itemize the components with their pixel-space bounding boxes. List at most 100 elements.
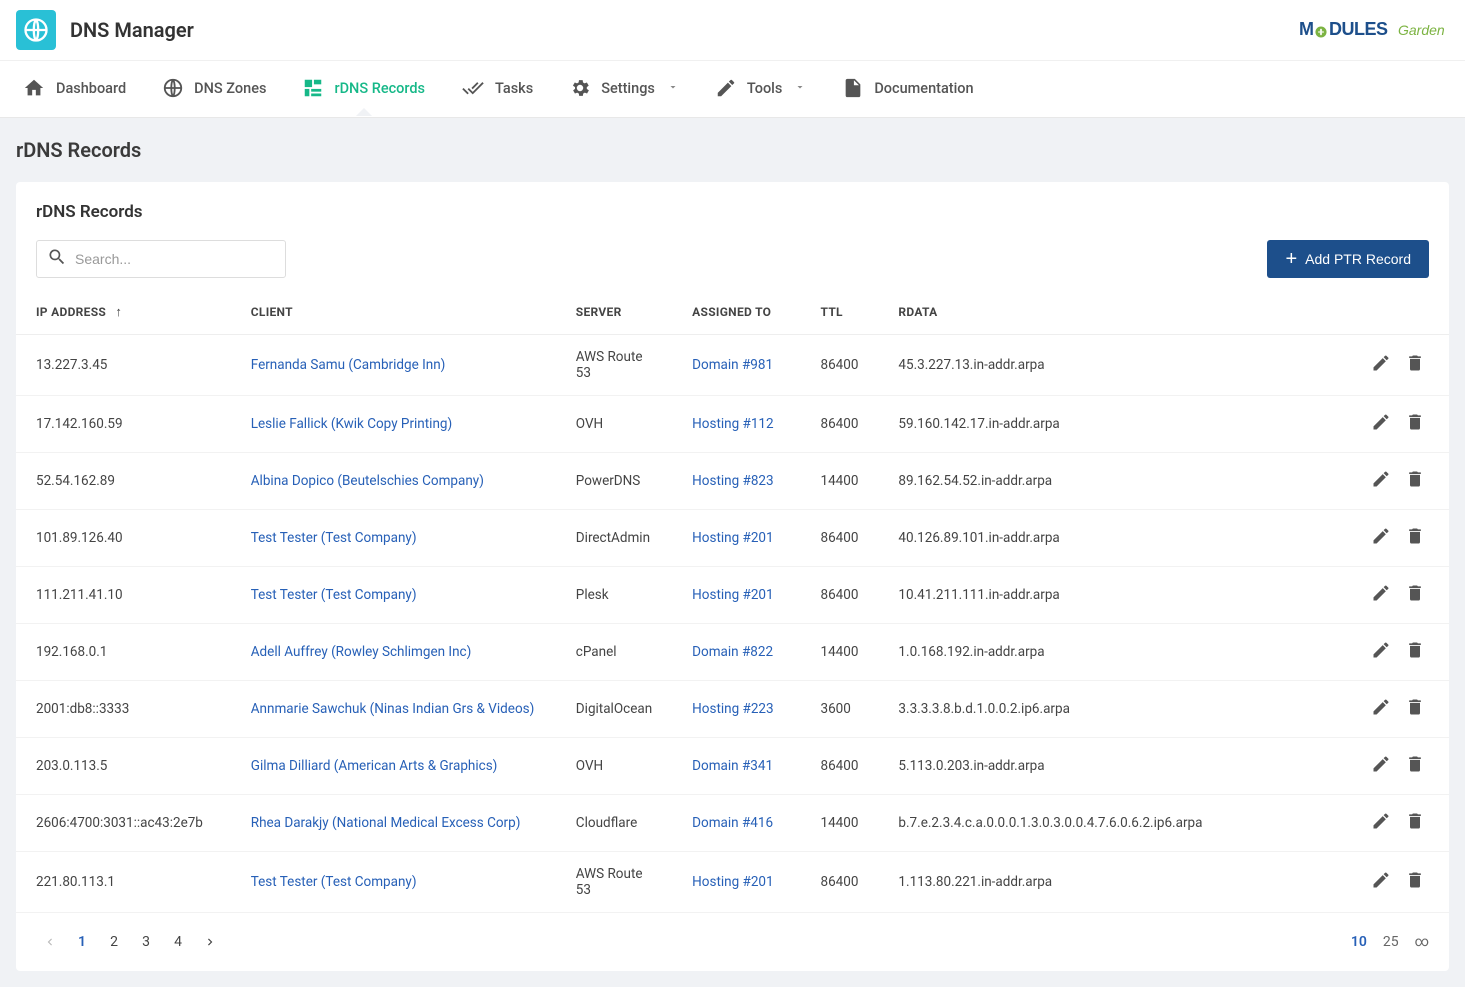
search-icon — [47, 247, 67, 271]
svg-text:DULES: DULES — [1329, 19, 1388, 39]
cell-server: cPanel — [556, 624, 672, 681]
col-header-assigned[interactable]: ASSIGNED TO — [672, 290, 800, 335]
per-page-option[interactable]: 25 — [1383, 934, 1399, 950]
cell-ip: 192.168.0.1 — [16, 624, 231, 681]
edit-button[interactable] — [1367, 868, 1395, 896]
delete-button[interactable] — [1401, 809, 1429, 837]
app-globe-icon — [16, 10, 56, 50]
nav-rdns-records[interactable]: rDNS Records — [296, 61, 431, 117]
nav-label: rDNS Records — [334, 80, 425, 97]
nav-label: Documentation — [874, 80, 973, 97]
trash-icon — [1405, 526, 1425, 550]
table-row: 13.227.3.45Fernanda Samu (Cambridge Inn)… — [16, 335, 1449, 396]
per-page-selector: 10 25 ∞ — [1351, 934, 1429, 950]
delete-button[interactable] — [1401, 695, 1429, 723]
cell-client: Test Tester (Test Company) — [231, 567, 556, 624]
client-link[interactable]: Fernanda Samu (Cambridge Inn) — [251, 357, 446, 373]
search-input[interactable] — [75, 251, 275, 267]
edit-button[interactable] — [1367, 524, 1395, 552]
client-link[interactable]: Albina Dopico (Beutelschies Company) — [251, 473, 484, 489]
chevron-down-icon — [667, 80, 679, 97]
col-header-rdata[interactable]: RDATA — [878, 290, 1306, 335]
edit-button[interactable] — [1367, 752, 1395, 780]
cell-rdata: 89.162.54.52.in-addr.arpa — [878, 453, 1306, 510]
cell-assigned: Domain #341 — [672, 738, 800, 795]
delete-button[interactable] — [1401, 752, 1429, 780]
assigned-link[interactable]: Hosting #201 — [692, 530, 773, 546]
client-link[interactable]: Rhea Darakjy (National Medical Excess Co… — [251, 815, 521, 831]
client-link[interactable]: Gilma Dilliard (American Arts & Graphics… — [251, 758, 498, 774]
app-title: DNS Manager — [70, 18, 194, 42]
assigned-link[interactable]: Hosting #112 — [692, 416, 773, 432]
nav-tasks[interactable]: Tasks — [455, 61, 539, 117]
trash-icon — [1405, 811, 1425, 835]
edit-button[interactable] — [1367, 351, 1395, 379]
assigned-link[interactable]: Hosting #201 — [692, 874, 773, 890]
cell-server: Plesk — [556, 567, 672, 624]
cell-assigned: Domain #822 — [672, 624, 800, 681]
cell-rdata: 10.41.211.111.in-addr.arpa — [878, 567, 1306, 624]
client-link[interactable]: Test Tester (Test Company) — [251, 587, 417, 603]
col-header-client[interactable]: CLIENT — [231, 290, 556, 335]
assigned-link[interactable]: Hosting #823 — [692, 473, 773, 489]
edit-button[interactable] — [1367, 695, 1395, 723]
cell-rdata: 45.3.227.13.in-addr.arpa — [878, 335, 1306, 396]
cell-rdata: 40.126.89.101.in-addr.arpa — [878, 510, 1306, 567]
cell-assigned: Hosting #201 — [672, 510, 800, 567]
cell-assigned: Hosting #223 — [672, 681, 800, 738]
cell-client: Test Tester (Test Company) — [231, 852, 556, 913]
nav-tools[interactable]: Tools — [709, 61, 812, 117]
assigned-link[interactable]: Hosting #223 — [692, 701, 773, 717]
cell-rdata: 3.3.3.3.8.b.d.1.0.0.2.ip6.arpa — [878, 681, 1306, 738]
nav-dashboard[interactable]: Dashboard — [16, 61, 132, 117]
edit-button[interactable] — [1367, 581, 1395, 609]
search-box[interactable] — [36, 240, 286, 278]
panel-rdns-records: rDNS Records + Add PTR Record IP ADDRESS… — [16, 182, 1449, 971]
client-link[interactable]: Test Tester (Test Company) — [251, 530, 417, 546]
panel-title: rDNS Records — [16, 202, 1449, 240]
edit-button[interactable] — [1367, 809, 1395, 837]
client-link[interactable]: Leslie Fallick (Kwik Copy Printing) — [251, 416, 452, 432]
edit-button[interactable] — [1367, 638, 1395, 666]
edit-button[interactable] — [1367, 467, 1395, 495]
svg-text:Garden: Garden — [1398, 22, 1445, 38]
col-header-ttl[interactable]: TTL — [800, 290, 878, 335]
delete-button[interactable] — [1401, 524, 1429, 552]
client-link[interactable]: Annmarie Sawchuk (Ninas Indian Grs & Vid… — [251, 701, 535, 717]
col-header-server[interactable]: SERVER — [556, 290, 672, 335]
delete-button[interactable] — [1401, 351, 1429, 379]
delete-button[interactable] — [1401, 868, 1429, 896]
per-page-option[interactable]: ∞ — [1415, 934, 1429, 950]
cell-server: DirectAdmin — [556, 510, 672, 567]
document-icon — [842, 77, 864, 99]
cell-client: Leslie Fallick (Kwik Copy Printing) — [231, 396, 556, 453]
delete-button[interactable] — [1401, 467, 1429, 495]
pencil-icon — [1371, 412, 1391, 436]
cell-ttl: 86400 — [800, 510, 878, 567]
edit-button[interactable] — [1367, 410, 1395, 438]
pencil-icon — [1371, 697, 1391, 721]
assigned-link[interactable]: Domain #416 — [692, 815, 773, 831]
pencil-icon — [1371, 870, 1391, 894]
assigned-link[interactable]: Domain #981 — [692, 357, 773, 373]
cell-ip: 111.211.41.10 — [16, 567, 231, 624]
assigned-link[interactable]: Hosting #201 — [692, 587, 773, 603]
client-link[interactable]: Test Tester (Test Company) — [251, 874, 417, 890]
client-link[interactable]: Adell Auffrey (Rowley Schlimgen Inc) — [251, 644, 472, 660]
delete-button[interactable] — [1401, 581, 1429, 609]
assigned-link[interactable]: Domain #341 — [692, 758, 773, 774]
nav-dns-zones[interactable]: DNS Zones — [156, 61, 272, 117]
add-ptr-record-button[interactable]: + Add PTR Record — [1267, 240, 1429, 278]
nav-documentation[interactable]: Documentation — [836, 61, 979, 117]
cell-rdata: b.7.e.2.3.4.c.a.0.0.0.1.3.0.3.0.0.4.7.6.… — [878, 795, 1306, 852]
assigned-link[interactable]: Domain #822 — [692, 644, 773, 660]
nav-settings[interactable]: Settings — [563, 61, 685, 117]
delete-button[interactable] — [1401, 410, 1429, 438]
globe-icon — [162, 77, 184, 99]
nav-label: Settings — [601, 80, 655, 97]
delete-button[interactable] — [1401, 638, 1429, 666]
cell-ip: 221.80.113.1 — [16, 852, 231, 913]
col-header-ip[interactable]: IP ADDRESS ↑ — [16, 290, 231, 335]
gear-icon — [569, 77, 591, 99]
per-page-option[interactable]: 10 — [1351, 934, 1367, 950]
